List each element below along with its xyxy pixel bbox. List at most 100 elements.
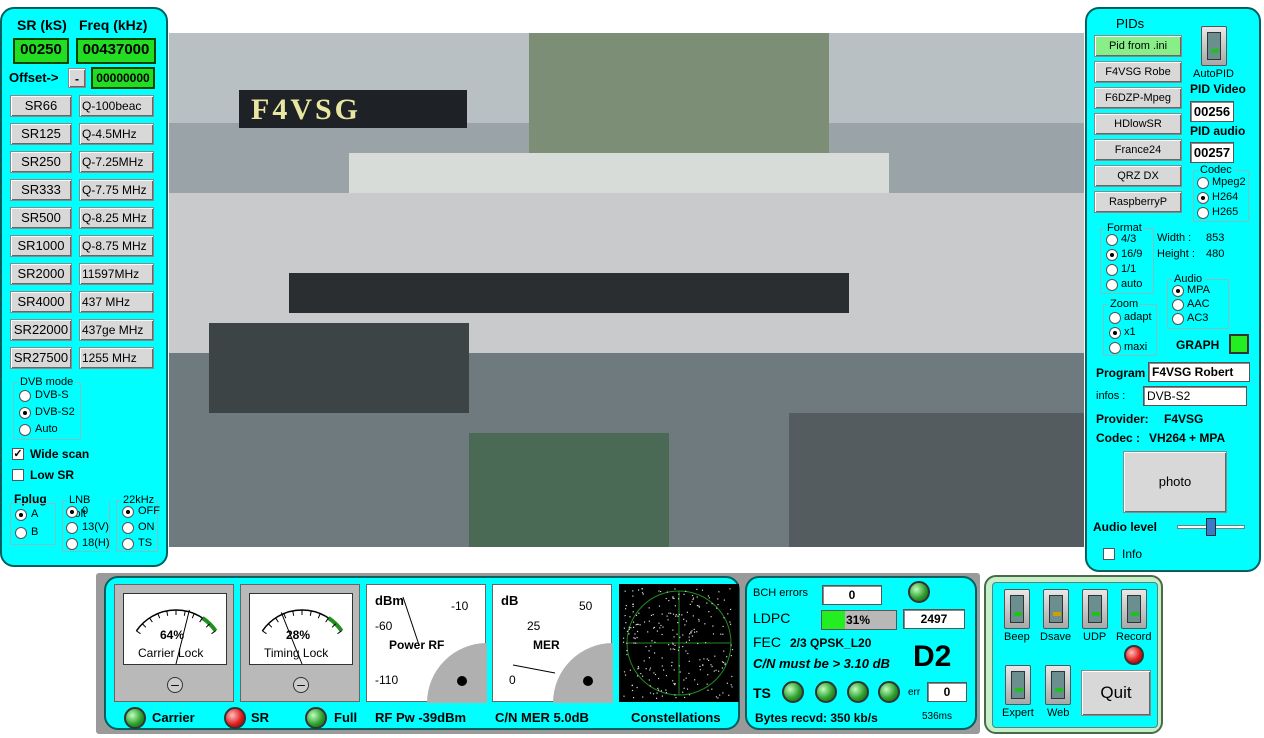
preset-button-6[interactable]: RaspberryP (1094, 191, 1182, 213)
udp-toggle[interactable] (1082, 589, 1108, 629)
video-frame: F4VSG (169, 33, 1084, 547)
format-radio-1[interactable] (1106, 249, 1118, 261)
sr-button-9[interactable]: SR27500 (10, 347, 72, 369)
constellation-point (656, 692, 658, 694)
expert-toggle[interactable] (1005, 665, 1031, 705)
latency-ms: 536ms (922, 711, 953, 722)
timing-lock-label: Timing Lock (264, 646, 329, 660)
dvb-s2-badge: D2 (913, 640, 952, 673)
info-label: Info (1122, 547, 1143, 561)
sr-button-0[interactable]: SR66 (10, 95, 72, 117)
record-toggle[interactable] (1121, 589, 1147, 629)
format-radio-0[interactable] (1106, 234, 1118, 246)
codec-radio-0[interactable] (1197, 177, 1209, 189)
fplug-radio-0[interactable] (15, 509, 27, 521)
codec-radio-1[interactable] (1197, 192, 1209, 204)
constellation-point (685, 650, 687, 652)
sr-button-4[interactable]: SR500 (10, 207, 72, 229)
sr-button-6[interactable]: SR2000 (10, 263, 72, 285)
freq-button-1[interactable]: Q-4.5MHz (79, 123, 154, 145)
lnb-radio-2[interactable] (66, 538, 78, 550)
dial-tick (142, 623, 147, 628)
sr-button-3[interactable]: SR333 (10, 179, 72, 201)
dial-tick (292, 610, 295, 616)
lnb-radio-0[interactable] (66, 506, 78, 518)
sr-button-1[interactable]: SR125 (10, 123, 72, 145)
freq-button-8[interactable]: 437ge MHz (79, 319, 154, 341)
k22-radio-2[interactable] (122, 538, 134, 550)
constellation-point (623, 695, 625, 697)
sr-button-7[interactable]: SR4000 (10, 291, 72, 313)
low-sr-checkbox[interactable] (12, 469, 24, 481)
bch-field: 0 (822, 585, 882, 605)
audio-radio-2[interactable] (1172, 313, 1184, 325)
lnb-option-0: 0 (82, 505, 89, 517)
lnb-radio-1[interactable] (66, 522, 78, 534)
format-radio-2[interactable] (1106, 264, 1118, 276)
infos-field[interactable]: DVB-S2 (1143, 386, 1247, 406)
constellation-point (623, 641, 625, 643)
dvb-radio-1[interactable] (19, 407, 31, 419)
audio-radio-1[interactable] (1172, 299, 1184, 311)
preset-button-2[interactable]: F6DZP-Mpeg (1094, 87, 1182, 109)
offset-value-field[interactable]: 00000000 (91, 67, 155, 89)
beep-toggle[interactable] (1004, 589, 1030, 629)
preset-button-0[interactable]: Pid from .ini (1094, 35, 1182, 57)
dvb-radio-0[interactable] (19, 390, 31, 402)
freq-button-0[interactable]: Q-100beac (79, 95, 154, 117)
preset-button-3[interactable]: HDlowSR (1094, 113, 1182, 135)
fplug-radio-1[interactable] (15, 527, 27, 539)
zoom-radio-0[interactable] (1109, 312, 1121, 324)
freq-button-7[interactable]: 437 MHz (79, 291, 154, 313)
carrier-lock-label: Carrier Lock (138, 646, 204, 660)
preset-button-1[interactable]: F4VSG Robe (1094, 61, 1182, 83)
audio-radio-0[interactable] (1172, 285, 1184, 297)
zoom-radio-1[interactable] (1109, 327, 1121, 339)
photo-button[interactable]: photo (1123, 451, 1227, 513)
wide-scan-checkbox[interactable]: ✓ (12, 448, 24, 460)
audio-level-slider[interactable] (1206, 518, 1216, 536)
graph-toggle[interactable] (1229, 334, 1249, 354)
dial-tick (262, 630, 267, 635)
constellation-point (729, 621, 731, 623)
constellation-point (672, 680, 674, 682)
constellation-point (657, 687, 659, 689)
sr-button-2[interactable]: SR250 (10, 151, 72, 173)
sr-button-8[interactable]: SR22000 (10, 319, 72, 341)
pid-audio-field[interactable]: 00257 (1190, 142, 1234, 163)
k22-radio-0[interactable] (122, 506, 134, 518)
dial-tick (309, 610, 312, 616)
constellation-point (682, 646, 684, 648)
freq-button-4[interactable]: Q-8.25 MHz (79, 207, 154, 229)
web-toggle[interactable] (1045, 665, 1071, 705)
freq-button-3[interactable]: Q-7.75 MHz (79, 179, 154, 201)
dsave-toggle[interactable] (1043, 589, 1069, 629)
constellation-point (671, 661, 673, 663)
constellation-point (699, 665, 701, 667)
preset-button-5[interactable]: QRZ DX (1094, 165, 1182, 187)
freq-button-6[interactable]: 11597MHz (79, 263, 154, 285)
constellation-point (674, 588, 676, 590)
info-checkbox[interactable] (1103, 548, 1115, 560)
udp-label: UDP (1083, 631, 1107, 643)
freq-button-9[interactable]: 1255 MHz (79, 347, 154, 369)
dvb-radio-2[interactable] (19, 424, 31, 436)
pid-video-field[interactable]: 00256 (1190, 101, 1234, 122)
freq-value-field[interactable]: 00437000 (76, 38, 156, 64)
k22-radio-1[interactable] (122, 522, 134, 534)
quit-button[interactable]: Quit (1081, 670, 1151, 716)
zoom-radio-2[interactable] (1109, 342, 1121, 354)
autopid-toggle[interactable] (1201, 26, 1227, 66)
offset-sign-button[interactable]: - (68, 68, 86, 88)
freq-button-5[interactable]: Q-8.75 MHz (79, 235, 154, 257)
format-radio-3[interactable] (1106, 279, 1118, 291)
codec-radio-2[interactable] (1197, 207, 1209, 219)
constellation-point (722, 633, 724, 635)
constellation-point (724, 664, 726, 666)
program-field[interactable]: F4VSG Robert (1148, 362, 1250, 382)
sr-button-5[interactable]: SR1000 (10, 235, 72, 257)
sr-value-field[interactable]: 00250 (13, 38, 69, 64)
constellation-point (628, 633, 630, 635)
preset-button-4[interactable]: France24 (1094, 139, 1182, 161)
freq-button-2[interactable]: Q-7.25MHz (79, 151, 154, 173)
